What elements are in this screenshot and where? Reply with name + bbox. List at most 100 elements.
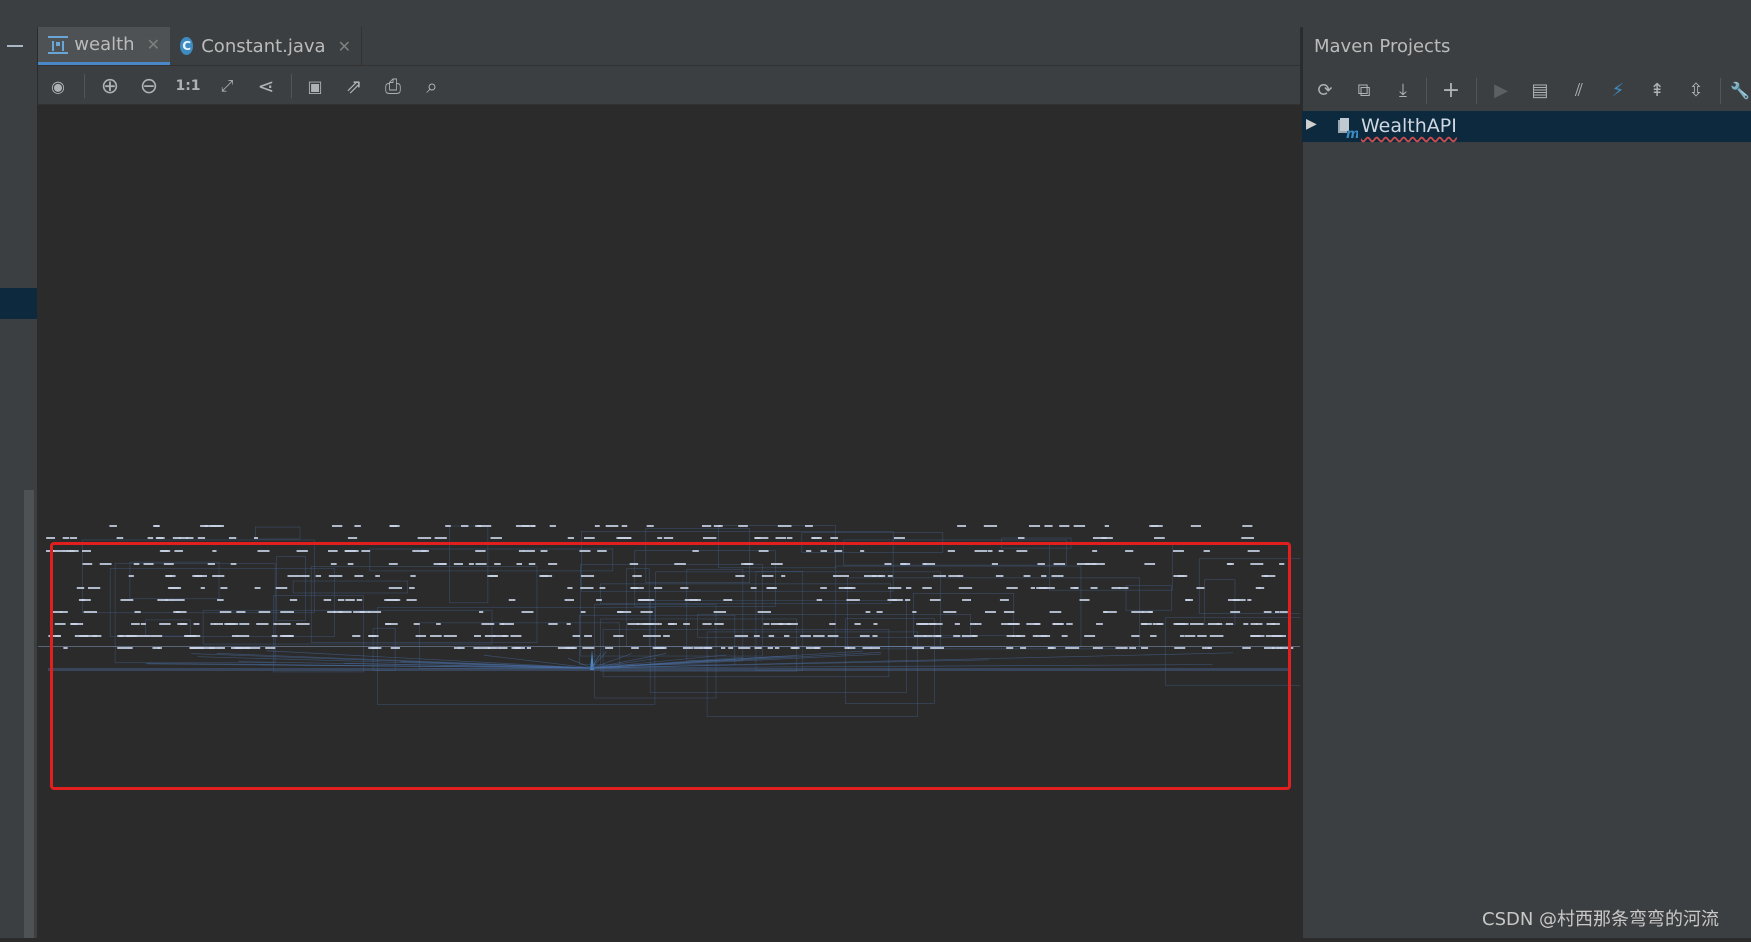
- graph-node: [417, 537, 432, 539]
- close-icon[interactable]: ✕: [147, 35, 160, 54]
- graph-node: [893, 537, 905, 539]
- graph-node: [805, 525, 813, 527]
- graph-node: [210, 525, 222, 527]
- graph-node: [786, 537, 793, 539]
- graph-node: [621, 525, 628, 527]
- maven-panel: [1302, 27, 1751, 938]
- toggle-offline-icon[interactable]: ⫽: [1565, 76, 1593, 104]
- graph-node: [461, 525, 469, 527]
- graph-node: [347, 537, 358, 539]
- maven-module-icon: m: [1338, 118, 1358, 139]
- graph-node: [1073, 525, 1086, 527]
- toolbar-separator: [291, 74, 292, 98]
- graph-node: [738, 525, 748, 527]
- graph-edge: [255, 526, 301, 540]
- expand-arrow-icon[interactable]: ▶: [1306, 116, 1317, 132]
- collapse-all-icon[interactable]: ⇳: [1682, 76, 1710, 104]
- graph-node: [657, 537, 663, 539]
- print-preview-icon[interactable]: ⌕: [419, 73, 445, 99]
- tab-label: wealth: [74, 34, 135, 55]
- graph-node: [1242, 525, 1253, 527]
- graph-node: [1017, 537, 1025, 539]
- graph-node: [1101, 537, 1113, 539]
- dependency-diagram[interactable]: [38, 105, 1410, 938]
- graph-node: [253, 537, 258, 539]
- graph-node: [1190, 525, 1202, 527]
- top-bar: [0, 0, 1751, 28]
- graph-node: [702, 537, 717, 539]
- project-name[interactable]: WealthAPI: [1361, 115, 1457, 137]
- maven-panel-title: Maven Projects: [1314, 36, 1451, 57]
- toolbar-separator: [1426, 78, 1427, 104]
- actual-size-icon[interactable]: 1:1: [175, 73, 201, 99]
- export-icon[interactable]: ⇗: [341, 73, 367, 99]
- graph-node: [62, 537, 70, 539]
- tab-wealth[interactable]: wealth ✕: [38, 27, 170, 65]
- toolbar-separator: [1720, 78, 1721, 104]
- diagram-toolbar: ◉ ⊕ ⊖ 1:1 ⤢ ⋖ ▣ ⇗ ⎙ ⌕: [38, 66, 1300, 105]
- graph-node: [354, 525, 361, 527]
- graph-node: [1028, 525, 1041, 527]
- graph-node: [179, 537, 189, 539]
- zoom-out-icon[interactable]: ⊖: [136, 73, 162, 99]
- graph-node: [663, 537, 674, 539]
- graph-node: [594, 525, 600, 527]
- layout-icon[interactable]: ⋖: [253, 73, 279, 99]
- tab-label: Constant.java: [201, 35, 326, 57]
- graph-node: [1154, 537, 1165, 539]
- graph-node: [1059, 525, 1070, 527]
- graph-node: [1044, 525, 1053, 527]
- fit-content-icon[interactable]: ⤢: [214, 73, 240, 99]
- graph-node: [389, 525, 400, 527]
- graph-node: [228, 537, 237, 539]
- download-icon[interactable]: ⤓: [1389, 76, 1417, 104]
- view-options-icon[interactable]: ◉: [45, 73, 71, 99]
- left-strip-selected-item[interactable]: [0, 288, 37, 319]
- execute-goal-icon[interactable]: ▤: [1526, 76, 1554, 104]
- graph-node: [755, 537, 769, 539]
- minimize-icon[interactable]: [6, 34, 24, 58]
- graph-node: [1104, 525, 1110, 527]
- graph-node: [811, 537, 820, 539]
- graph-node: [197, 537, 206, 539]
- graph-node: [701, 525, 712, 527]
- highlight-box: [50, 542, 1291, 790]
- graph-node: [69, 537, 78, 539]
- graph-node: [1151, 525, 1159, 527]
- zoom-in-icon[interactable]: ⊕: [97, 73, 123, 99]
- graph-node: [109, 525, 117, 527]
- left-scrollbar[interactable]: [24, 490, 34, 938]
- run-icon[interactable]: ▶: [1487, 76, 1515, 104]
- graph-node: [957, 525, 967, 527]
- graph-node: [434, 537, 447, 539]
- graph-node: [1241, 537, 1255, 539]
- show-dependencies-icon[interactable]: ⇞: [1643, 76, 1671, 104]
- print-icon[interactable]: ⎙: [380, 73, 406, 99]
- graph-node: [646, 525, 654, 527]
- graph-node: [154, 525, 160, 527]
- skip-tests-icon[interactable]: ⚡: [1604, 76, 1632, 104]
- graph-node: [983, 525, 998, 527]
- graph-node: [477, 525, 492, 527]
- reimport-icon[interactable]: ⟳: [1311, 76, 1339, 104]
- graph-node: [584, 537, 595, 539]
- settings-icon[interactable]: 🔧: [1726, 76, 1751, 104]
- graph-node: [618, 537, 632, 539]
- generate-sources-icon[interactable]: ⧉: [1350, 76, 1378, 104]
- watermark: CSDN @村西那条弯弯的河流: [1482, 909, 1720, 930]
- close-icon[interactable]: ✕: [338, 37, 351, 56]
- add-project-icon[interactable]: +: [1437, 76, 1465, 104]
- graph-node: [490, 537, 502, 539]
- graph-node: [116, 537, 124, 539]
- graph-node: [775, 537, 787, 539]
- graph-node: [718, 525, 723, 527]
- graph-node: [157, 537, 165, 539]
- graph-node: [605, 525, 619, 527]
- maven-toolbar: ⟳ ⧉ ⤓ + ▶ ▤ ⫽ ⚡ ⇞ ⇳ 🔧: [1302, 70, 1751, 110]
- graph-node: [567, 537, 575, 539]
- diagram-canvas[interactable]: [38, 105, 1410, 938]
- java-class-icon: C: [180, 37, 194, 55]
- tab-constant-java[interactable]: C Constant.java ✕: [170, 27, 362, 65]
- save-icon[interactable]: ▣: [302, 73, 328, 99]
- graph-node: [147, 537, 154, 539]
